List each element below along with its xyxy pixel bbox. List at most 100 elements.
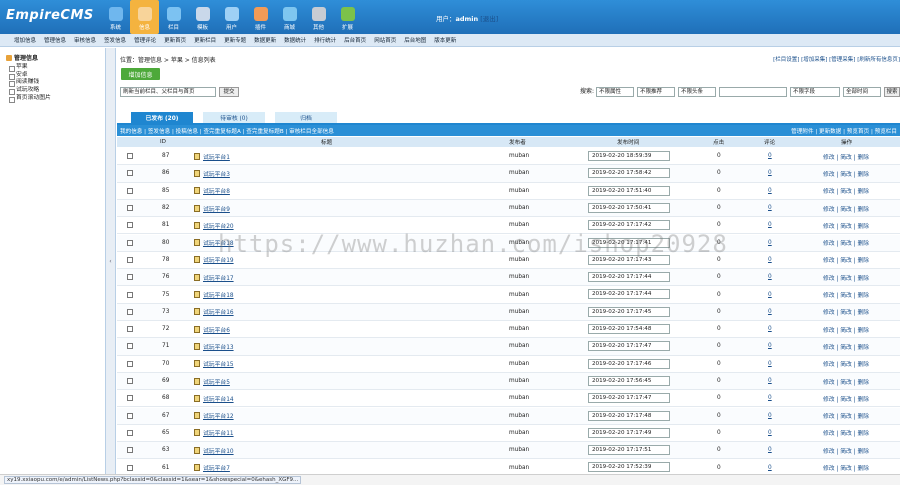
submenu-item[interactable]: 后台首页 <box>344 36 366 44</box>
row-comments[interactable]: 0 <box>768 188 772 194</box>
row-comments[interactable]: 0 <box>768 257 772 263</box>
submenu-item[interactable]: 更新专题 <box>224 36 246 44</box>
row-title[interactable]: 试玩平台15 <box>203 359 234 368</box>
row-title[interactable]: 试玩平台12 <box>203 411 234 420</box>
row-ops[interactable]: 修改 | 简改 | 删除 <box>823 235 869 251</box>
field-select[interactable]: 不限字段 <box>790 87 840 97</box>
row-ops[interactable]: 修改 | 简改 | 删除 <box>823 269 869 285</box>
nav-item-8[interactable]: 扩展 <box>333 0 362 34</box>
row-ops[interactable]: 修改 | 简改 | 删除 <box>823 217 869 233</box>
search-button[interactable]: 搜索 <box>884 87 900 97</box>
row-checkbox[interactable] <box>127 412 133 419</box>
submenu-item[interactable]: 更新首页 <box>164 36 186 44</box>
row-title[interactable]: 试玩平台18 <box>203 290 234 299</box>
nav-item-5[interactable]: 插件 <box>246 0 275 34</box>
row-comments[interactable]: 0 <box>768 222 772 228</box>
sidebar-item[interactable]: 试玩攻略 <box>6 87 99 95</box>
submit-button[interactable]: 提交 <box>219 87 239 97</box>
row-ops[interactable]: 修改 | 简改 | 删除 <box>823 183 869 199</box>
row-title[interactable]: 试玩平台17 <box>203 273 234 282</box>
time-select[interactable]: 全部时间 <box>843 87 881 97</box>
row-checkbox[interactable] <box>127 222 133 229</box>
sidebar-item[interactable]: 苹果 <box>6 64 99 72</box>
row-title[interactable]: 试玩平台14 <box>203 394 234 403</box>
nav-item-0[interactable]: 系统 <box>101 0 130 34</box>
row-title[interactable]: 试玩平台7 <box>203 463 230 472</box>
row-ops[interactable]: 修改 | 简改 | 删除 <box>823 200 869 216</box>
row-comments[interactable]: 0 <box>768 292 772 298</box>
row-checkbox[interactable] <box>127 256 133 263</box>
row-comments[interactable]: 0 <box>768 274 772 280</box>
nav-item-2[interactable]: 栏目 <box>159 0 188 34</box>
search-input[interactable] <box>719 87 787 97</box>
row-ops[interactable]: 修改 | 简改 | 删除 <box>823 408 869 424</box>
row-checkbox[interactable] <box>127 153 133 160</box>
row-ops[interactable]: 修改 | 简改 | 删除 <box>823 286 869 302</box>
row-title[interactable]: 试玩平台6 <box>203 325 230 334</box>
row-comments[interactable]: 0 <box>768 395 772 401</box>
headline-select[interactable]: 不限头条 <box>678 87 716 97</box>
refresh-select[interactable]: 刷新当前栏目、父栏目与首页 <box>120 87 216 97</box>
sub-links-right[interactable]: 管理附件 | 更新数据 | 预览首页 | 预览栏目 <box>791 127 897 135</box>
row-checkbox[interactable] <box>127 187 133 194</box>
submenu-item[interactable]: 签发信息 <box>104 36 126 44</box>
row-comments[interactable]: 0 <box>768 153 772 159</box>
row-ops[interactable]: 修改 | 简改 | 删除 <box>823 148 869 164</box>
col-clicks[interactable]: 点击 <box>713 137 724 147</box>
submenu-item[interactable]: 后台地图 <box>404 36 426 44</box>
col-time[interactable]: 发布时间 <box>617 137 639 147</box>
row-comments[interactable]: 0 <box>768 361 772 367</box>
row-title[interactable]: 试玩平台1 <box>203 152 230 161</box>
row-ops[interactable]: 修改 | 简改 | 删除 <box>823 373 869 389</box>
row-title[interactable]: 试玩平台20 <box>203 221 234 230</box>
submenu-item[interactable]: 排行统计 <box>314 36 336 44</box>
submenu-item[interactable]: 审核信息 <box>74 36 96 44</box>
col-id[interactable]: ID <box>160 137 166 147</box>
row-ops[interactable]: 修改 | 简改 | 删除 <box>823 390 869 406</box>
recommend-select[interactable]: 不限推荐 <box>637 87 675 97</box>
sidebar-item[interactable]: 阅读赚钱 <box>6 79 99 88</box>
row-checkbox[interactable] <box>127 205 133 212</box>
row-comments[interactable]: 0 <box>768 326 772 332</box>
row-ops[interactable]: 修改 | 简改 | 删除 <box>823 425 869 441</box>
row-checkbox[interactable] <box>127 447 133 454</box>
nav-item-1[interactable]: 信息 <box>130 0 159 34</box>
row-checkbox[interactable] <box>127 395 133 402</box>
row-title[interactable]: 试玩平台8 <box>203 186 230 195</box>
row-checkbox[interactable] <box>127 308 133 315</box>
row-title[interactable]: 试玩平台16 <box>203 307 234 316</box>
row-comments[interactable]: 0 <box>768 170 772 176</box>
row-checkbox[interactable] <box>127 343 133 350</box>
submenu-item[interactable]: 版本更新 <box>434 36 456 44</box>
row-title[interactable]: 试玩平台10 <box>203 446 234 455</box>
nav-item-4[interactable]: 用户 <box>217 0 246 34</box>
row-ops[interactable]: 修改 | 简改 | 删除 <box>823 252 869 268</box>
row-comments[interactable]: 0 <box>768 447 772 453</box>
row-comments[interactable]: 0 <box>768 309 772 315</box>
sub-links[interactable]: 我的信息 | 签发信息 | 投稿信息 | 查完重复标题A | 查完重复标题B |… <box>120 127 334 135</box>
row-ops[interactable]: 修改 | 简改 | 删除 <box>823 321 869 337</box>
sidebar-item[interactable]: 首页滚动图片 <box>6 95 99 103</box>
row-checkbox[interactable] <box>127 326 133 333</box>
row-ops[interactable]: 修改 | 简改 | 删除 <box>823 356 869 372</box>
row-comments[interactable]: 0 <box>768 378 772 384</box>
row-title[interactable]: 试玩平台11 <box>203 428 234 437</box>
row-ops[interactable]: 修改 | 简改 | 删除 <box>823 165 869 181</box>
row-checkbox[interactable] <box>127 464 133 471</box>
row-comments[interactable]: 0 <box>768 430 772 436</box>
tab-1[interactable]: 待审核 (0) <box>203 112 265 123</box>
row-comments[interactable]: 0 <box>768 465 772 471</box>
row-title[interactable]: 试玩平台9 <box>203 204 230 213</box>
row-checkbox[interactable] <box>127 378 133 385</box>
row-checkbox[interactable] <box>127 360 133 367</box>
nav-item-7[interactable]: 其他 <box>304 0 333 34</box>
row-title[interactable]: 试玩平台13 <box>203 342 234 351</box>
submenu-item[interactable]: 更新栏目 <box>194 36 216 44</box>
sidebar-toggle[interactable]: ‹ <box>106 48 116 474</box>
submenu-item[interactable]: 管理信息 <box>44 36 66 44</box>
submenu-item[interactable]: 管理评论 <box>134 36 156 44</box>
row-comments[interactable]: 0 <box>768 240 772 246</box>
row-checkbox[interactable] <box>127 429 133 436</box>
submenu-item[interactable]: 网站首页 <box>374 36 396 44</box>
nav-item-3[interactable]: 模板 <box>188 0 217 34</box>
